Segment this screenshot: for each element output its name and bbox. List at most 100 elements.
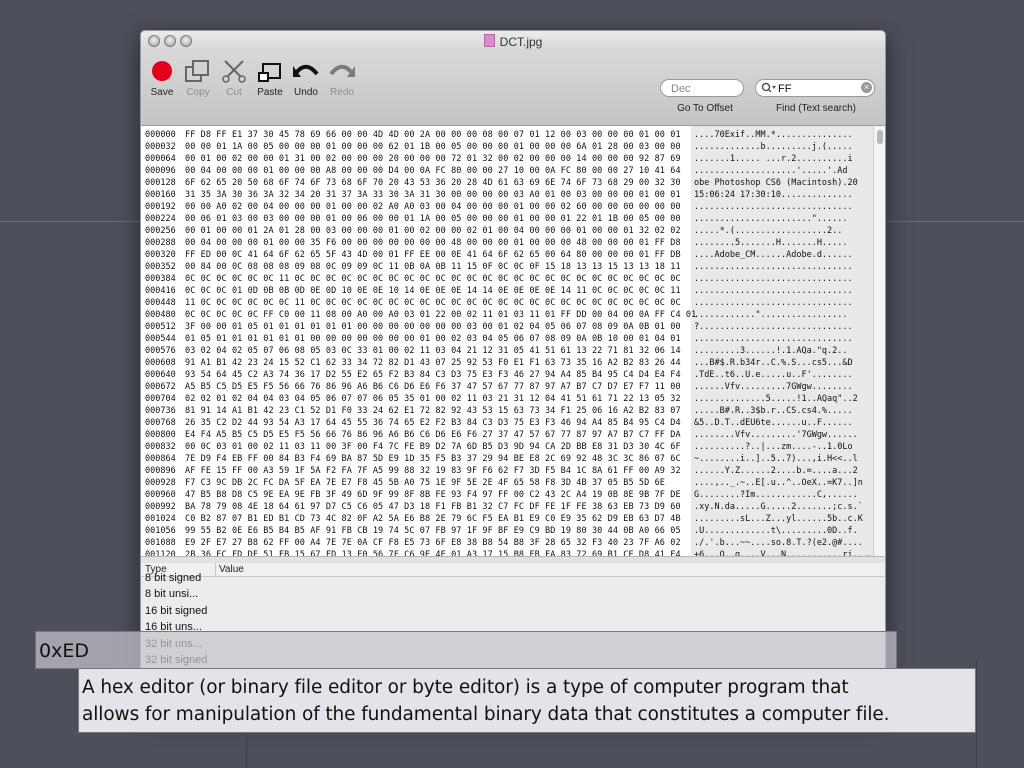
type-row[interactable]: 8 bit signed — [145, 570, 201, 586]
hex-bytes[interactable]: 00 04 00 00 00 01 00 00 00 A8 00 00 00 D… — [185, 165, 685, 177]
hex-row[interactable]: 001056 99 55 B2 0E E6 B5 B4 B5 AF 91 FB C… — [145, 525, 685, 537]
hex-bytes[interactable]: 2B 36 EC FD DF 51 FB 15 67 FD 13 F0 56 7… — [185, 549, 685, 556]
hex-bytes[interactable]: BA 78 79 08 4E 18 64 61 97 D7 C5 C6 05 4… — [185, 501, 685, 513]
redo-button[interactable]: Redo — [324, 57, 360, 98]
hex-bytes[interactable]: 00 0C 03 01 00 02 11 03 11 00 3F 00 F4 7… — [185, 441, 685, 453]
ascii-row[interactable]: ............................... — [694, 201, 869, 213]
copy-button[interactable]: Copy — [180, 57, 216, 98]
search-icon[interactable] — [761, 82, 777, 94]
ascii-row[interactable]: ....................'.....'.Ad — [694, 165, 869, 177]
hex-bytes[interactable]: 91 A1 B1 42 23 24 15 52 C1 62 33 34 72 8… — [185, 357, 685, 369]
hex-row[interactable]: 000672 A5 B5 C5 D5 E5 F5 56 66 76 86 96 A… — [145, 381, 685, 393]
hex-bytes[interactable]: AF FE 15 FF 00 A3 59 1F 5A F2 FA 7F A5 9… — [185, 465, 685, 477]
hex-bytes[interactable]: 00 01 00 02 00 00 01 31 00 02 00 00 00 2… — [185, 153, 685, 165]
hex-bytes[interactable]: C0 B2 87 07 B1 ED B1 CD 73 4C 82 0F A2 5… — [185, 513, 685, 525]
hex-bytes[interactable]: 00 00 A0 02 00 04 00 00 00 01 00 00 02 A… — [185, 201, 685, 213]
hex-bytes[interactable]: 0C 0C 0C 0C 0C FF C0 00 11 08 00 A0 00 A… — [185, 309, 696, 321]
ascii-row[interactable]: ............................... — [694, 333, 869, 345]
clear-search-icon[interactable]: × — [861, 82, 872, 93]
hex-row[interactable]: 000832 00 0C 03 01 00 02 11 03 11 00 3F 0… — [145, 441, 685, 453]
ascii-row[interactable]: ./.'.b...~~....so.8.T.?(e2.@#.... — [694, 537, 869, 549]
ascii-row[interactable]: ............................... — [694, 297, 869, 309]
hex-bytes[interactable]: 0C 0C 0C 01 0D 0B 0B 0D 0E 0D 10 0E 0E 1… — [185, 285, 685, 297]
hex-bytes[interactable]: 00 00 01 1A 00 05 00 00 00 01 00 00 00 6… — [185, 141, 685, 153]
hex-bytes[interactable]: FF D8 FF E1 37 30 45 78 69 66 00 00 4D 4… — [185, 129, 685, 141]
hex-row[interactable]: 000608 91 A1 B1 42 23 24 15 52 C1 62 33 3… — [145, 357, 685, 369]
hex-row[interactable]: 000448 11 0C 0C 0C 0C 0C 0C 11 0C 0C 0C 0… — [145, 297, 685, 309]
ascii-row[interactable]: .......1..... ...r.2..........i — [694, 153, 869, 165]
hex-bytes[interactable]: 31 35 3A 30 36 3A 32 34 20 31 37 3A 33 3… — [185, 189, 685, 201]
hex-row[interactable]: 000064 00 01 00 02 00 00 01 31 00 02 00 0… — [145, 153, 685, 165]
hex-bytes[interactable]: A5 B5 C5 D5 E5 F5 56 66 76 86 96 A6 B6 C… — [185, 381, 685, 393]
ascii-row[interactable]: 15:06:24 17:30:10.............. — [694, 189, 869, 201]
hex-row[interactable]: 000160 31 35 3A 30 36 3A 32 34 20 31 37 3… — [145, 189, 685, 201]
hex-bytes[interactable]: 26 35 C2 D2 44 93 54 A3 17 64 45 55 36 7… — [185, 417, 685, 429]
ascii-row[interactable]: ?.............................. — [694, 321, 869, 333]
hex-bytes[interactable]: 81 91 14 A1 B1 42 23 C1 52 D1 F0 33 24 6… — [185, 405, 685, 417]
hex-bytes[interactable]: 93 54 64 45 C2 A3 74 36 17 D2 55 E2 65 F… — [185, 369, 685, 381]
hex-view[interactable]: 000000 FF D8 FF E1 37 30 45 78 69 66 00 0… — [141, 126, 885, 556]
hex-bytes[interactable]: 00 06 01 03 00 03 00 00 00 01 00 06 00 0… — [185, 213, 685, 225]
hex-row[interactable]: 000992 BA 78 79 08 4E 18 64 61 97 D7 C5 C… — [145, 501, 685, 513]
hex-row[interactable]: 000896 AF FE 15 FF 00 A3 59 1F 5A F2 FA 7… — [145, 465, 685, 477]
hex-row[interactable]: 000224 00 06 01 03 00 03 00 00 00 01 00 0… — [145, 213, 685, 225]
hex-bytes[interactable]: 00 84 00 0C 08 08 08 09 08 0C 09 09 0C 1… — [185, 261, 685, 273]
ascii-row[interactable]: ~........i..]..5..7)...,i.H<<..l — [694, 453, 869, 465]
ascii-row[interactable]: &5..D.T..dEU6te......u..F...... — [694, 417, 869, 429]
hex-row[interactable]: 000768 26 35 C2 D2 44 93 54 A3 17 64 45 5… — [145, 417, 685, 429]
value-column-header[interactable]: Value — [219, 564, 244, 575]
hex-row[interactable]: 001120 2B 36 EC FD DF 51 FB 15 67 FD 13 F… — [145, 549, 685, 556]
ascii-row[interactable]: ............................... — [694, 261, 869, 273]
undo-button[interactable]: Undo — [288, 57, 324, 98]
hex-row[interactable]: 000320 FF ED 00 0C 41 64 6F 62 65 5F 43 4… — [145, 249, 685, 261]
ascii-row[interactable]: ........5.......H.......H..... — [694, 237, 869, 249]
ascii-row[interactable]: ....,.._.~..E[.u..^..OeX..=K7..]n — [694, 477, 869, 489]
ascii-row[interactable]: .xy.N.da.....G.....2.......;c.s.` — [694, 501, 869, 513]
ascii-row[interactable]: +6...Q..g....V...N...........ri...A. — [694, 549, 869, 556]
hex-row[interactable]: 000384 0C 0C 0C 0C 0C 0C 11 0C 0C 0C 0C 0… — [145, 273, 685, 285]
hex-bytes[interactable]: 11 0C 0C 0C 0C 0C 0C 11 0C 0C 0C 0C 0C 0… — [185, 297, 685, 309]
hex-row[interactable]: 000352 00 84 00 0C 08 08 08 09 08 0C 09 0… — [145, 261, 685, 273]
hex-bytes[interactable]: FF ED 00 0C 41 64 6F 62 65 5F 43 4D 00 0… — [185, 249, 685, 261]
hex-bytes[interactable]: 01 05 01 01 01 01 01 01 00 00 00 00 00 0… — [185, 333, 685, 345]
hex-bytes[interactable]: 03 02 04 02 05 07 06 08 05 03 0C 33 01 0… — [185, 345, 685, 357]
hex-row[interactable]: 000928 F7 C3 9C DB 2C FC DA 5F EA 7E E7 F… — [145, 477, 685, 489]
hex-row[interactable]: 000192 00 00 A0 02 00 04 00 00 00 01 00 0… — [145, 201, 685, 213]
ascii-row[interactable]: ............................... — [694, 273, 869, 285]
ascii-row[interactable]: .........3......!.1.AQa."q.2.. — [694, 345, 869, 357]
hex-bytes[interactable]: E4 F4 A5 B5 C5 D5 E5 F5 56 66 76 86 96 A… — [185, 429, 685, 441]
hex-row[interactable]: 000480 0C 0C 0C 0C 0C FF C0 00 11 08 00 A… — [145, 309, 696, 321]
ascii-row[interactable]: ............................... — [694, 285, 869, 297]
cut-button[interactable]: Cut — [216, 57, 252, 98]
ascii-row[interactable]: .....B#.R..3$b.r..CS.cs4.%..... — [694, 405, 869, 417]
ascii-row[interactable]: ............"................. — [694, 309, 869, 321]
hex-row[interactable]: 000128 6F 62 65 20 50 68 6F 74 6F 73 68 6… — [145, 177, 685, 189]
ascii-row[interactable]: .TdE..t6..U.e.....u..F'........ — [694, 369, 869, 381]
hex-bytes[interactable]: 99 55 B2 0E E6 B5 B4 B5 AF 91 FB CB 19 7… — [185, 525, 685, 537]
ascii-row[interactable]: ..............5.....!1..AQaq"..2 — [694, 393, 869, 405]
hex-row[interactable]: 000736 81 91 14 A1 B1 42 23 C1 52 D1 F0 3… — [145, 405, 685, 417]
title-bar[interactable]: DCT.jpg — [141, 31, 885, 51]
hex-bytes[interactable]: 02 02 01 02 04 04 03 04 05 06 07 07 06 0… — [185, 393, 685, 405]
hex-bytes[interactable]: 3F 00 00 01 05 01 01 01 01 01 01 00 00 0… — [185, 321, 685, 333]
hex-row[interactable]: 000864 7E D9 F4 EB FF 00 84 B3 F4 69 BA 8… — [145, 453, 685, 465]
hex-row[interactable]: 000416 0C 0C 0C 01 0D 0B 0B 0D 0E 0D 10 0… — [145, 285, 685, 297]
hex-bytes[interactable]: 0C 0C 0C 0C 0C 0C 11 0C 0C 0C 0C 0C 0C 0… — [185, 273, 685, 285]
ascii-row[interactable]: .U.............t\.........0D..f. — [694, 525, 869, 537]
hex-bytes[interactable]: 00 01 00 00 01 2A 01 28 00 03 00 00 00 0… — [185, 225, 685, 237]
hex-bytes[interactable]: F7 C3 9C DB 2C FC DA 5F EA 7E E7 F8 45 5… — [185, 477, 685, 489]
type-row[interactable]: 16 bit signed — [145, 603, 207, 619]
ascii-row[interactable]: ......................."...... — [694, 213, 869, 225]
hex-bytes[interactable]: 47 B5 B8 D8 C5 9E EA 9E FB 3F 49 6D 9F 9… — [185, 489, 685, 501]
hex-row[interactable]: 000640 93 54 64 45 C2 A3 74 36 17 D2 55 E… — [145, 369, 685, 381]
ascii-row[interactable]: ........Vfv.........'7GWgw...... — [694, 429, 869, 441]
hex-bytes[interactable]: 00 04 00 00 00 01 00 00 35 F6 00 00 00 0… — [185, 237, 685, 249]
hex-row[interactable]: 000576 03 02 04 02 05 07 06 08 05 03 0C 3… — [145, 345, 685, 357]
ascii-row[interactable]: .....*.(..................2.. — [694, 225, 869, 237]
paste-button[interactable]: Paste — [252, 57, 288, 98]
hex-row[interactable]: 000096 00 04 00 00 00 01 00 00 00 A8 00 0… — [145, 165, 685, 177]
hex-row[interactable]: 000800 E4 F4 A5 B5 C5 D5 E5 F5 56 66 76 8… — [145, 429, 685, 441]
hex-row[interactable]: 000544 01 05 01 01 01 01 01 01 00 00 00 0… — [145, 333, 685, 345]
hex-bytes[interactable]: E9 2F E7 27 B8 62 FF 00 A4 7E 7E 0A CF F… — [185, 537, 685, 549]
ascii-row[interactable]: ......Vfv.........7GWgw........ — [694, 381, 869, 393]
